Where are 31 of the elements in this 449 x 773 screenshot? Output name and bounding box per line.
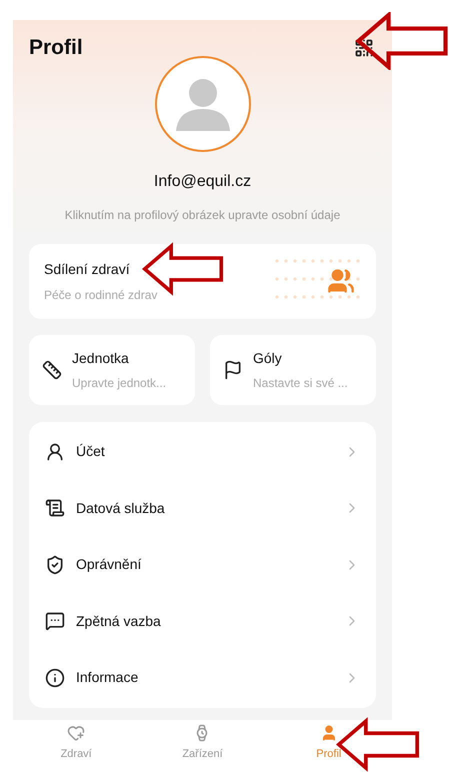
profile-hint: Kliknutím na profilový obrázek upravte osobní údaje bbox=[64, 206, 340, 224]
tile-subtitle: Nastavte si své ... bbox=[253, 374, 348, 392]
shield-icon bbox=[45, 554, 65, 575]
card-title: Sdílení zdraví bbox=[44, 260, 131, 278]
menu-item[interactable]: Oprávnění bbox=[29, 536, 376, 593]
card-subtitle: Péče o rodinné zdrav bbox=[44, 286, 158, 304]
menu-label: Datová služba bbox=[76, 498, 166, 518]
info-icon bbox=[45, 668, 65, 688]
settings-tile[interactable]: Góly Nastavte si své ... bbox=[210, 334, 376, 404]
email-text: Info@equil.cz bbox=[154, 172, 252, 192]
menu-label: Účet bbox=[76, 442, 106, 462]
flag-icon bbox=[223, 360, 243, 380]
menu-label: Zpětná vazba bbox=[76, 612, 162, 631]
people-icon bbox=[327, 267, 355, 295]
ruler-icon bbox=[42, 360, 62, 380]
menu-item[interactable]: Zpětná vazba bbox=[29, 593, 376, 650]
tile-title: Jednotka bbox=[72, 348, 130, 368]
menu-label: Informace bbox=[76, 668, 140, 688]
heart-icon bbox=[67, 724, 86, 742]
tile-subtitle: Upravte jednotk... bbox=[72, 374, 166, 392]
settings-tile[interactable]: Jednotka Upravte jednotk... bbox=[29, 334, 195, 404]
health-sharing-card[interactable]: Sdílení zdraví Péče o rodinné zdrav bbox=[29, 244, 376, 318]
menu-item[interactable]: Datová služba bbox=[29, 480, 376, 536]
tile-title: Góly bbox=[253, 348, 283, 368]
account-icon bbox=[45, 442, 65, 462]
menu-label: Oprávnění bbox=[76, 555, 142, 574]
chat-icon bbox=[45, 611, 65, 632]
list-icon bbox=[45, 498, 65, 518]
menu-item[interactable]: Informace bbox=[29, 650, 376, 706]
page-title: Profil bbox=[29, 35, 83, 61]
menu-item[interactable]: Účet bbox=[29, 424, 376, 480]
